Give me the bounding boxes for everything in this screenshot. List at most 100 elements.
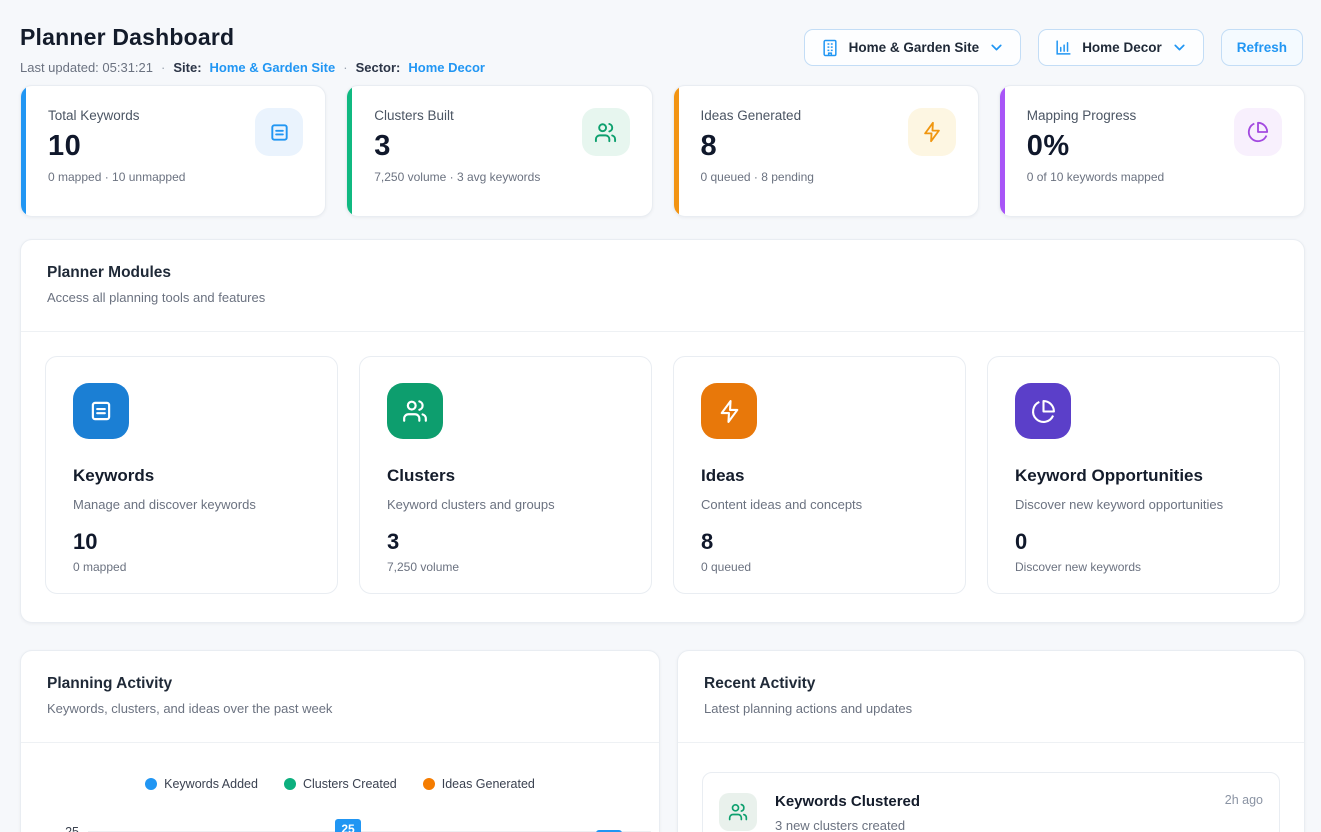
- module-value: 10: [73, 529, 313, 555]
- stat-sub: 0 mapped · 10 unmapped: [48, 170, 301, 184]
- users-icon: [582, 108, 630, 156]
- sector-link[interactable]: Home Decor: [408, 60, 485, 75]
- sector-dropdown-label: Home Decor: [1082, 40, 1162, 55]
- module-sub: 7,250 volume: [387, 560, 627, 574]
- module-desc: Manage and discover keywords: [73, 497, 313, 512]
- stat-card-clusters-built: Clusters Built 3 7,250 volume · 3 avg ke…: [346, 85, 652, 217]
- stat-sub: 0 queued · 8 pending: [701, 170, 954, 184]
- module-desc: Keyword clusters and groups: [387, 497, 627, 512]
- legend-dot: [423, 778, 435, 790]
- meta-separator: ·: [343, 60, 347, 75]
- data-label-25: 25: [335, 819, 361, 832]
- module-desc: Content ideas and concepts: [701, 497, 941, 512]
- module-desc: Discover new keyword opportunities: [1015, 497, 1255, 512]
- bottom-row: Planning Activity Keywords, clusters, an…: [20, 650, 1305, 832]
- users-icon: [387, 383, 443, 439]
- stats-row: Total Keywords 10 0 mapped · 10 unmapped…: [20, 85, 1305, 217]
- legend-label: Keywords Added: [164, 777, 258, 791]
- stat-accent-bar: [347, 86, 352, 216]
- module-card-ideas[interactable]: Ideas Content ideas and concepts 8 0 que…: [673, 356, 966, 594]
- module-card-clusters[interactable]: Clusters Keyword clusters and groups 3 7…: [359, 356, 652, 594]
- stat-card-mapping-progress: Mapping Progress 0% 0 of 10 keywords map…: [999, 85, 1305, 217]
- header-left: Planner Dashboard Last updated: 05:31:21…: [20, 16, 485, 75]
- stat-accent-bar: [674, 86, 679, 216]
- last-updated-text: Last updated: 05:31:21: [20, 60, 153, 75]
- activity-item-time: 2h ago: [1225, 793, 1263, 807]
- planner-modules-panel: Planner Modules Access all planning tool…: [20, 239, 1305, 623]
- planning-activity-header: Planning Activity Keywords, clusters, an…: [21, 651, 659, 743]
- sector-label: Sector:: [356, 60, 401, 75]
- chart-legend: Keywords Added Clusters Created Ideas Ge…: [21, 777, 659, 791]
- module-title: Keyword Opportunities: [1015, 466, 1255, 486]
- module-title: Keywords: [73, 466, 313, 486]
- module-value: 0: [1015, 529, 1255, 555]
- stat-sub: 7,250 volume · 3 avg keywords: [374, 170, 627, 184]
- planning-activity-subtitle: Keywords, clusters, and ideas over the p…: [47, 701, 635, 716]
- building-icon: [820, 38, 840, 58]
- planner-modules-grid: Keywords Manage and discover keywords 10…: [21, 332, 1304, 622]
- stat-sub: 0 of 10 keywords mapped: [1027, 170, 1280, 184]
- planner-modules-title: Planner Modules: [47, 264, 1280, 282]
- planning-activity-panel: Planning Activity Keywords, clusters, an…: [20, 650, 660, 832]
- page-header: Planner Dashboard Last updated: 05:31:21…: [20, 16, 1305, 75]
- planning-activity-chart: 25 25 2: [21, 802, 659, 832]
- module-sub: Discover new keywords: [1015, 560, 1255, 574]
- meta-separator: ·: [161, 60, 165, 75]
- svg-text:25: 25: [341, 822, 355, 832]
- zap-icon: [701, 383, 757, 439]
- users-icon: [719, 793, 757, 831]
- module-sub: 0 mapped: [73, 560, 313, 574]
- activity-item-content: Keywords Clustered 2h ago 3 new clusters…: [775, 793, 1263, 832]
- page-title: Planner Dashboard: [20, 16, 485, 51]
- legend-label: Ideas Generated: [442, 777, 535, 791]
- zap-icon: [908, 108, 956, 156]
- y-axis-tick: 25: [65, 825, 79, 832]
- stat-accent-bar: [1000, 86, 1005, 216]
- activity-item-keywords-clustered: Keywords Clustered 2h ago 3 new clusters…: [702, 772, 1280, 832]
- note-icon: [73, 383, 129, 439]
- bar-chart-icon: [1054, 38, 1073, 57]
- site-label: Site:: [173, 60, 201, 75]
- legend-label: Clusters Created: [303, 777, 397, 791]
- recent-activity-title: Recent Activity: [704, 675, 1280, 693]
- recent-activity-header: Recent Activity Latest planning actions …: [678, 651, 1304, 743]
- module-card-keyword-opportunities[interactable]: Keyword Opportunities Discover new keywo…: [987, 356, 1280, 594]
- header-meta: Last updated: 05:31:21 · Site: Home & Ga…: [20, 60, 485, 75]
- area-chart: 25 25 2: [21, 802, 661, 832]
- note-icon: [255, 108, 303, 156]
- module-card-keywords[interactable]: Keywords Manage and discover keywords 10…: [45, 356, 338, 594]
- planner-modules-header: Planner Modules Access all planning tool…: [21, 240, 1304, 332]
- legend-dot: [145, 778, 157, 790]
- planner-modules-subtitle: Access all planning tools and features: [47, 290, 1280, 305]
- header-controls: Home & Garden Site Home Decor Refresh: [804, 29, 1303, 66]
- planner-dashboard-page: Planner Dashboard Last updated: 05:31:21…: [0, 0, 1321, 832]
- activity-item-title: Keywords Clustered: [775, 793, 920, 810]
- stat-card-ideas-generated: Ideas Generated 8 0 queued · 8 pending: [673, 85, 979, 217]
- chevron-down-icon: [1171, 39, 1188, 56]
- site-link[interactable]: Home & Garden Site: [210, 60, 336, 75]
- sector-dropdown[interactable]: Home Decor: [1038, 29, 1204, 66]
- legend-item-keywords-added[interactable]: Keywords Added: [145, 777, 258, 791]
- refresh-button[interactable]: Refresh: [1221, 29, 1303, 66]
- recent-activity-panel: Recent Activity Latest planning actions …: [677, 650, 1305, 832]
- site-dropdown[interactable]: Home & Garden Site: [804, 29, 1022, 66]
- activity-item-desc: 3 new clusters created: [775, 818, 1263, 832]
- module-title: Clusters: [387, 466, 627, 486]
- refresh-button-label: Refresh: [1237, 40, 1287, 55]
- module-value: 8: [701, 529, 941, 555]
- chevron-down-icon: [988, 39, 1005, 56]
- legend-item-clusters-created[interactable]: Clusters Created: [284, 777, 397, 791]
- module-title: Ideas: [701, 466, 941, 486]
- module-sub: 0 queued: [701, 560, 941, 574]
- pie-chart-icon: [1015, 383, 1071, 439]
- recent-activity-list: Keywords Clustered 2h ago 3 new clusters…: [678, 743, 1304, 832]
- stat-accent-bar: [21, 86, 26, 216]
- module-value: 3: [387, 529, 627, 555]
- stat-card-total-keywords: Total Keywords 10 0 mapped · 10 unmapped: [20, 85, 326, 217]
- site-dropdown-label: Home & Garden Site: [849, 40, 980, 55]
- recent-activity-subtitle: Latest planning actions and updates: [704, 701, 1280, 716]
- pie-chart-icon: [1234, 108, 1282, 156]
- legend-dot: [284, 778, 296, 790]
- planning-activity-title: Planning Activity: [47, 675, 635, 693]
- legend-item-ideas-generated[interactable]: Ideas Generated: [423, 777, 535, 791]
